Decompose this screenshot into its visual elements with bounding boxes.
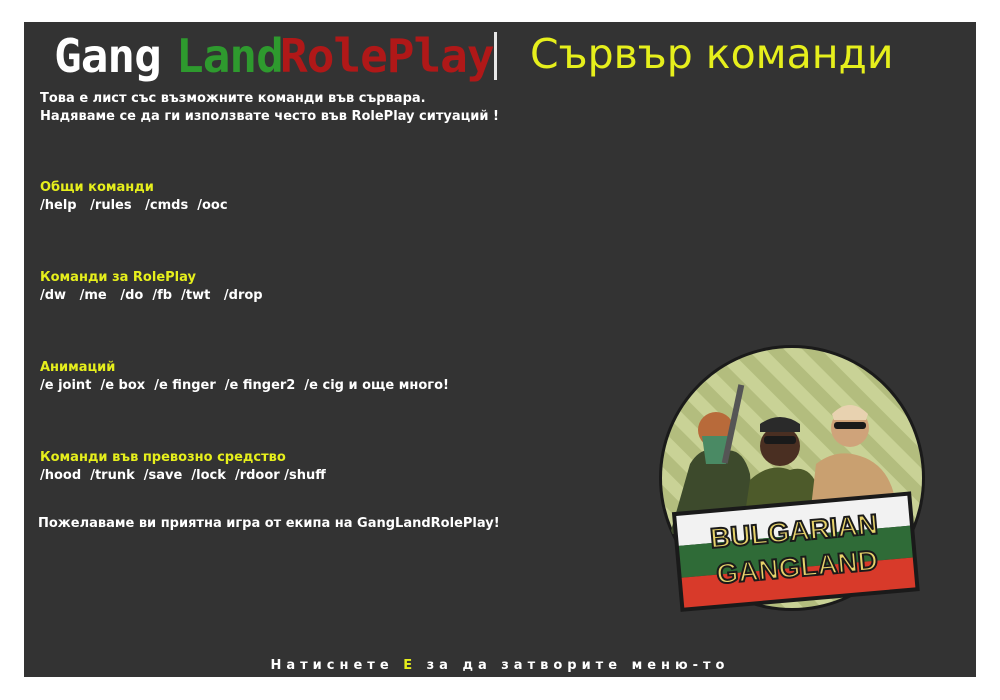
section-general-commands: Общи команди /help /rules /cmds /ooc xyxy=(40,179,228,215)
section-vehicle-commands: Команди във превозно средство /hood /tru… xyxy=(40,449,326,485)
intro-text: Това е лист със възможните команди във с… xyxy=(40,90,499,126)
section-commands: /e joint /e box /e finger /e finger2 /e … xyxy=(40,378,449,393)
section-commands: /dw /me /do /fb /twt /drop xyxy=(40,288,263,303)
section-roleplay-commands: Команди за RolePlay /dw /me /do /fb /twt… xyxy=(40,269,263,305)
section-commands: /hood /trunk /save /lock /rdoor /shuff xyxy=(40,468,326,483)
bulgarian-gangland-logo: BULGARIAN GANGLAND xyxy=(659,345,925,612)
page-title: Сървър команди xyxy=(530,30,894,78)
commands-menu-panel: Gang Land RolePlay Сървър команди Това е… xyxy=(24,22,976,677)
intro-line-1: Това е лист със възможните команди във с… xyxy=(40,91,426,106)
section-title: Команди за RolePlay xyxy=(40,270,196,285)
section-title: Анимаций xyxy=(40,360,116,375)
section-animations: Анимаций /e joint /e box /e finger /e fi… xyxy=(40,359,449,395)
header-divider xyxy=(494,32,497,80)
close-hint-suffix: за да затворите меню-то xyxy=(417,658,730,673)
intro-line-2: Надяваме се да ги използвате често във R… xyxy=(40,109,499,124)
close-hint: Натиснете E за да затворите меню-то xyxy=(24,658,976,673)
close-key: E xyxy=(403,658,418,673)
brand-word-roleplay: RolePlay xyxy=(280,29,495,83)
farewell-message: Пожелаваме ви приятна игра от екипа на G… xyxy=(38,516,500,531)
brand-word-gang: Gang xyxy=(54,29,162,83)
section-commands: /help /rules /cmds /ooc xyxy=(40,198,228,213)
section-title: Общи команди xyxy=(40,180,154,195)
section-title: Команди във превозно средство xyxy=(40,450,286,465)
close-hint-prefix: Натиснете xyxy=(270,658,404,673)
menu-header: Gang Land RolePlay Сървър команди xyxy=(54,26,954,86)
brand-word-land: Land xyxy=(176,29,284,83)
